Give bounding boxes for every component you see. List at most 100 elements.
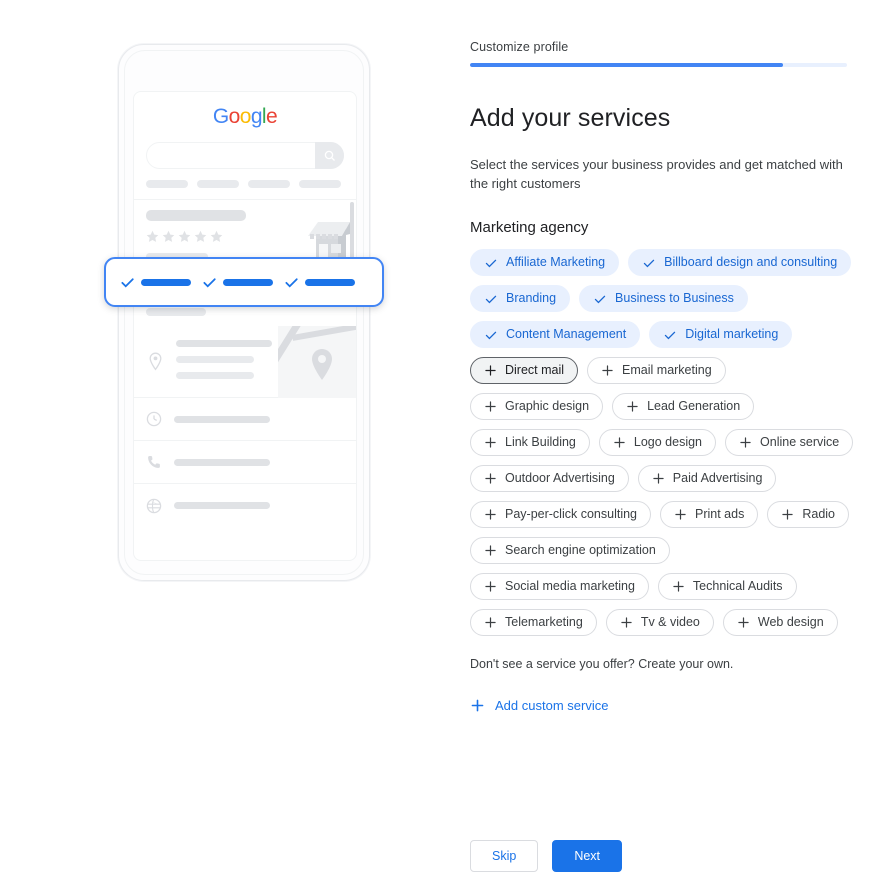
service-chip[interactable]: Tv & video	[605, 609, 714, 637]
page-title: Add your services	[470, 104, 671, 132]
service-chip-row: Pay-per-click consulting Print ads Radio	[470, 501, 860, 529]
form-footer: Skip Next	[470, 840, 623, 872]
category-label: Marketing agency	[470, 219, 589, 237]
page-subtitle: Select the services your business provid…	[470, 157, 843, 192]
service-chip[interactable]: Billboard design and consulting	[628, 249, 852, 277]
service-chip-label: Branding	[506, 291, 557, 306]
check-icon	[663, 328, 677, 342]
add-custom-service-label: Add custom service	[495, 698, 609, 714]
service-chip-row: Telemarketing Tv & video Web design	[470, 609, 860, 637]
service-chip[interactable]: Email marketing	[587, 357, 726, 385]
service-chip[interactable]: Outdoor Advertising	[470, 465, 629, 493]
phone-scrollbar[interactable]	[350, 202, 354, 262]
plus-icon	[626, 400, 639, 413]
highlight-service-item	[284, 275, 355, 290]
skip-button[interactable]: Skip	[470, 840, 539, 872]
star-icon	[194, 230, 207, 242]
plus-icon	[781, 508, 794, 521]
service-chip[interactable]: Technical Audits	[657, 573, 797, 601]
line-placeholder	[146, 308, 206, 316]
step-label: Customize profile	[470, 40, 569, 54]
service-chip-label: Content Management	[506, 327, 627, 342]
service-chip-label: Graphic design	[505, 399, 590, 414]
plus-icon	[601, 364, 614, 377]
service-chip[interactable]: Business to Business	[579, 285, 748, 313]
service-chip-label: Social media marketing	[505, 579, 635, 594]
service-chip-label: Tv & video	[640, 615, 700, 630]
service-bar-placeholder	[305, 278, 355, 286]
line-placeholder	[176, 372, 254, 379]
title-placeholder	[146, 210, 246, 221]
plus-icon	[485, 509, 496, 520]
service-chip[interactable]: Radio	[767, 501, 850, 529]
star-icon	[146, 230, 159, 242]
service-chip-label: Affiliate Marketing	[506, 255, 606, 270]
plus-icon	[675, 509, 686, 520]
form-pane: Customize profile Add your services Sele…	[470, 0, 871, 880]
plus-icon	[782, 509, 794, 520]
plus-icon	[471, 699, 484, 712]
check-icon	[594, 295, 606, 304]
service-chip[interactable]: Link Building	[470, 429, 590, 457]
magnifier-icon	[324, 150, 335, 161]
plus-icon	[673, 581, 684, 592]
highlight-service-item	[202, 275, 273, 290]
service-chip-list: Affiliate Marketing Billboard design and …	[470, 249, 860, 637]
plus-icon	[652, 472, 665, 485]
service-bar-placeholder	[223, 278, 273, 286]
service-chip-row: Content Management Digital marketing	[470, 321, 860, 349]
add-custom-service-button[interactable]: Add custom service	[470, 698, 608, 713]
progress-bar	[470, 63, 847, 67]
plus-icon	[484, 580, 497, 593]
service-chip-row: Outdoor Advertising Paid Advertising	[470, 465, 860, 493]
service-chip[interactable]: Direct mail	[470, 357, 579, 385]
plus-icon	[674, 508, 687, 521]
service-chip[interactable]: Social media marketing	[470, 573, 649, 601]
star-icon	[162, 230, 175, 242]
service-chip-label: Telemarketing	[505, 615, 583, 630]
service-chip[interactable]: Print ads	[660, 501, 759, 529]
google-logo: Google	[212, 105, 278, 128]
service-chip-label: Email marketing	[622, 363, 712, 378]
next-button[interactable]: Next	[552, 840, 623, 872]
check-icon	[642, 256, 656, 270]
plus-icon	[485, 545, 496, 556]
service-chip[interactable]: Branding	[470, 285, 571, 313]
check-icon	[643, 259, 655, 268]
service-chip-row: Direct mail Email marketing	[470, 357, 860, 385]
hours-row[interactable]	[134, 398, 356, 441]
service-chip[interactable]: Graphic design	[470, 393, 604, 421]
plus-icon	[620, 616, 633, 629]
line-placeholder	[174, 458, 270, 466]
business-summary-block	[134, 200, 356, 262]
service-chip-label: Digital marketing	[685, 327, 779, 342]
service-chip[interactable]: Pay-per-click consulting	[470, 501, 651, 529]
phone-icon	[148, 456, 160, 468]
service-chip-row: Branding Business to Business	[470, 285, 860, 313]
service-chip-label: Print ads	[695, 507, 745, 522]
address-row[interactable]	[134, 326, 356, 398]
service-chip[interactable]: Content Management	[470, 321, 641, 349]
service-chip-row: Graphic design Lead Generation	[470, 393, 860, 421]
chip-placeholder	[248, 180, 290, 188]
plus-icon	[740, 437, 751, 448]
service-chip[interactable]: Logo design	[598, 429, 717, 457]
phone-row[interactable]	[134, 441, 356, 484]
service-chip[interactable]: Search engine optimization	[470, 537, 670, 565]
service-chip[interactable]: Digital marketing	[649, 321, 793, 349]
plus-icon	[602, 365, 613, 376]
website-row[interactable]	[134, 484, 356, 527]
line-placeholder	[174, 415, 270, 423]
service-chip[interactable]: Telemarketing	[470, 609, 597, 637]
plus-icon	[621, 617, 632, 628]
service-chip[interactable]: Lead Generation	[612, 393, 755, 421]
service-chip[interactable]: Affiliate Marketing	[470, 249, 620, 277]
search-button[interactable]	[315, 142, 344, 169]
service-chip[interactable]: Web design	[722, 609, 838, 637]
service-chip[interactable]: Paid Advertising	[637, 465, 777, 493]
service-chip[interactable]: Online service	[725, 429, 854, 457]
service-chip-label: Technical Audits	[692, 579, 783, 594]
check-icon	[121, 277, 134, 288]
search-bar[interactable]	[146, 142, 344, 169]
plus-icon	[627, 401, 638, 412]
